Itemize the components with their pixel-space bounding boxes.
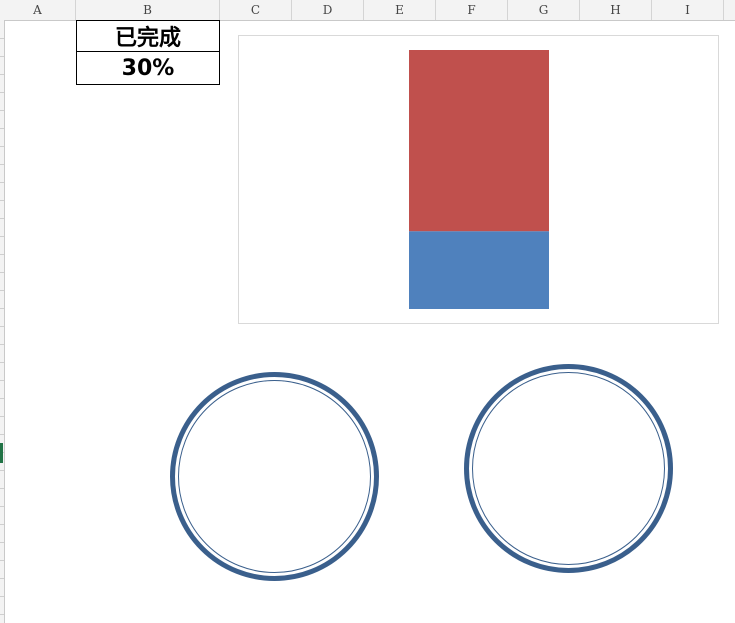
row-divider [0,272,4,273]
row-divider [0,560,4,561]
row-divider [0,164,4,165]
row-divider [0,326,4,327]
column-header-b[interactable]: B [76,0,220,20]
progress-chart-plot [409,50,549,309]
column-header-g[interactable]: G [508,0,580,20]
circle-inner-ring-left [178,380,371,573]
column-header-j[interactable] [724,0,735,20]
row-divider [0,380,4,381]
circle-inner-ring-right [472,372,665,565]
column-header-c[interactable]: C [220,0,292,20]
row-divider [0,56,4,57]
row-divider [0,254,4,255]
row-divider [0,398,4,399]
cell-b1[interactable]: 已完成 [76,20,220,52]
row-divider [0,74,4,75]
row-divider [0,596,4,597]
column-header-bar: A B C D E F G H I [0,0,735,21]
row-divider [0,200,4,201]
row-divider [0,578,4,579]
column-header-a[interactable]: A [0,0,76,20]
row-divider [0,182,4,183]
row-divider [0,308,4,309]
row-divider [0,362,4,363]
row-divider [0,416,4,417]
row-divider [0,92,4,93]
row-divider [0,146,4,147]
circle-shape-left[interactable] [170,372,379,581]
row-divider [0,524,4,525]
row-divider [0,488,4,489]
row-divider [0,506,4,507]
row-divider [0,218,4,219]
column-header-h[interactable]: H [580,0,652,20]
row-divider [0,290,4,291]
column-header-i[interactable]: I [652,0,724,20]
circle-shape-right[interactable] [464,364,673,573]
bar-remaining[interactable] [409,50,549,232]
progress-chart[interactable] [238,35,719,324]
column-header-f[interactable]: F [436,0,508,20]
row-divider [0,236,4,237]
row-divider [0,38,4,39]
cell-b2[interactable]: 30% [76,51,220,85]
row-divider [0,470,4,471]
column-header-e[interactable]: E [364,0,436,20]
column-header-d[interactable]: D [292,0,364,20]
active-row-indicator [0,443,3,463]
row-divider [0,542,4,543]
bar-completed[interactable] [409,231,549,309]
row-header-strip[interactable] [0,20,5,623]
row-divider [0,344,4,345]
row-divider [0,128,4,129]
row-divider [0,434,4,435]
row-divider [0,110,4,111]
row-divider [0,614,4,615]
